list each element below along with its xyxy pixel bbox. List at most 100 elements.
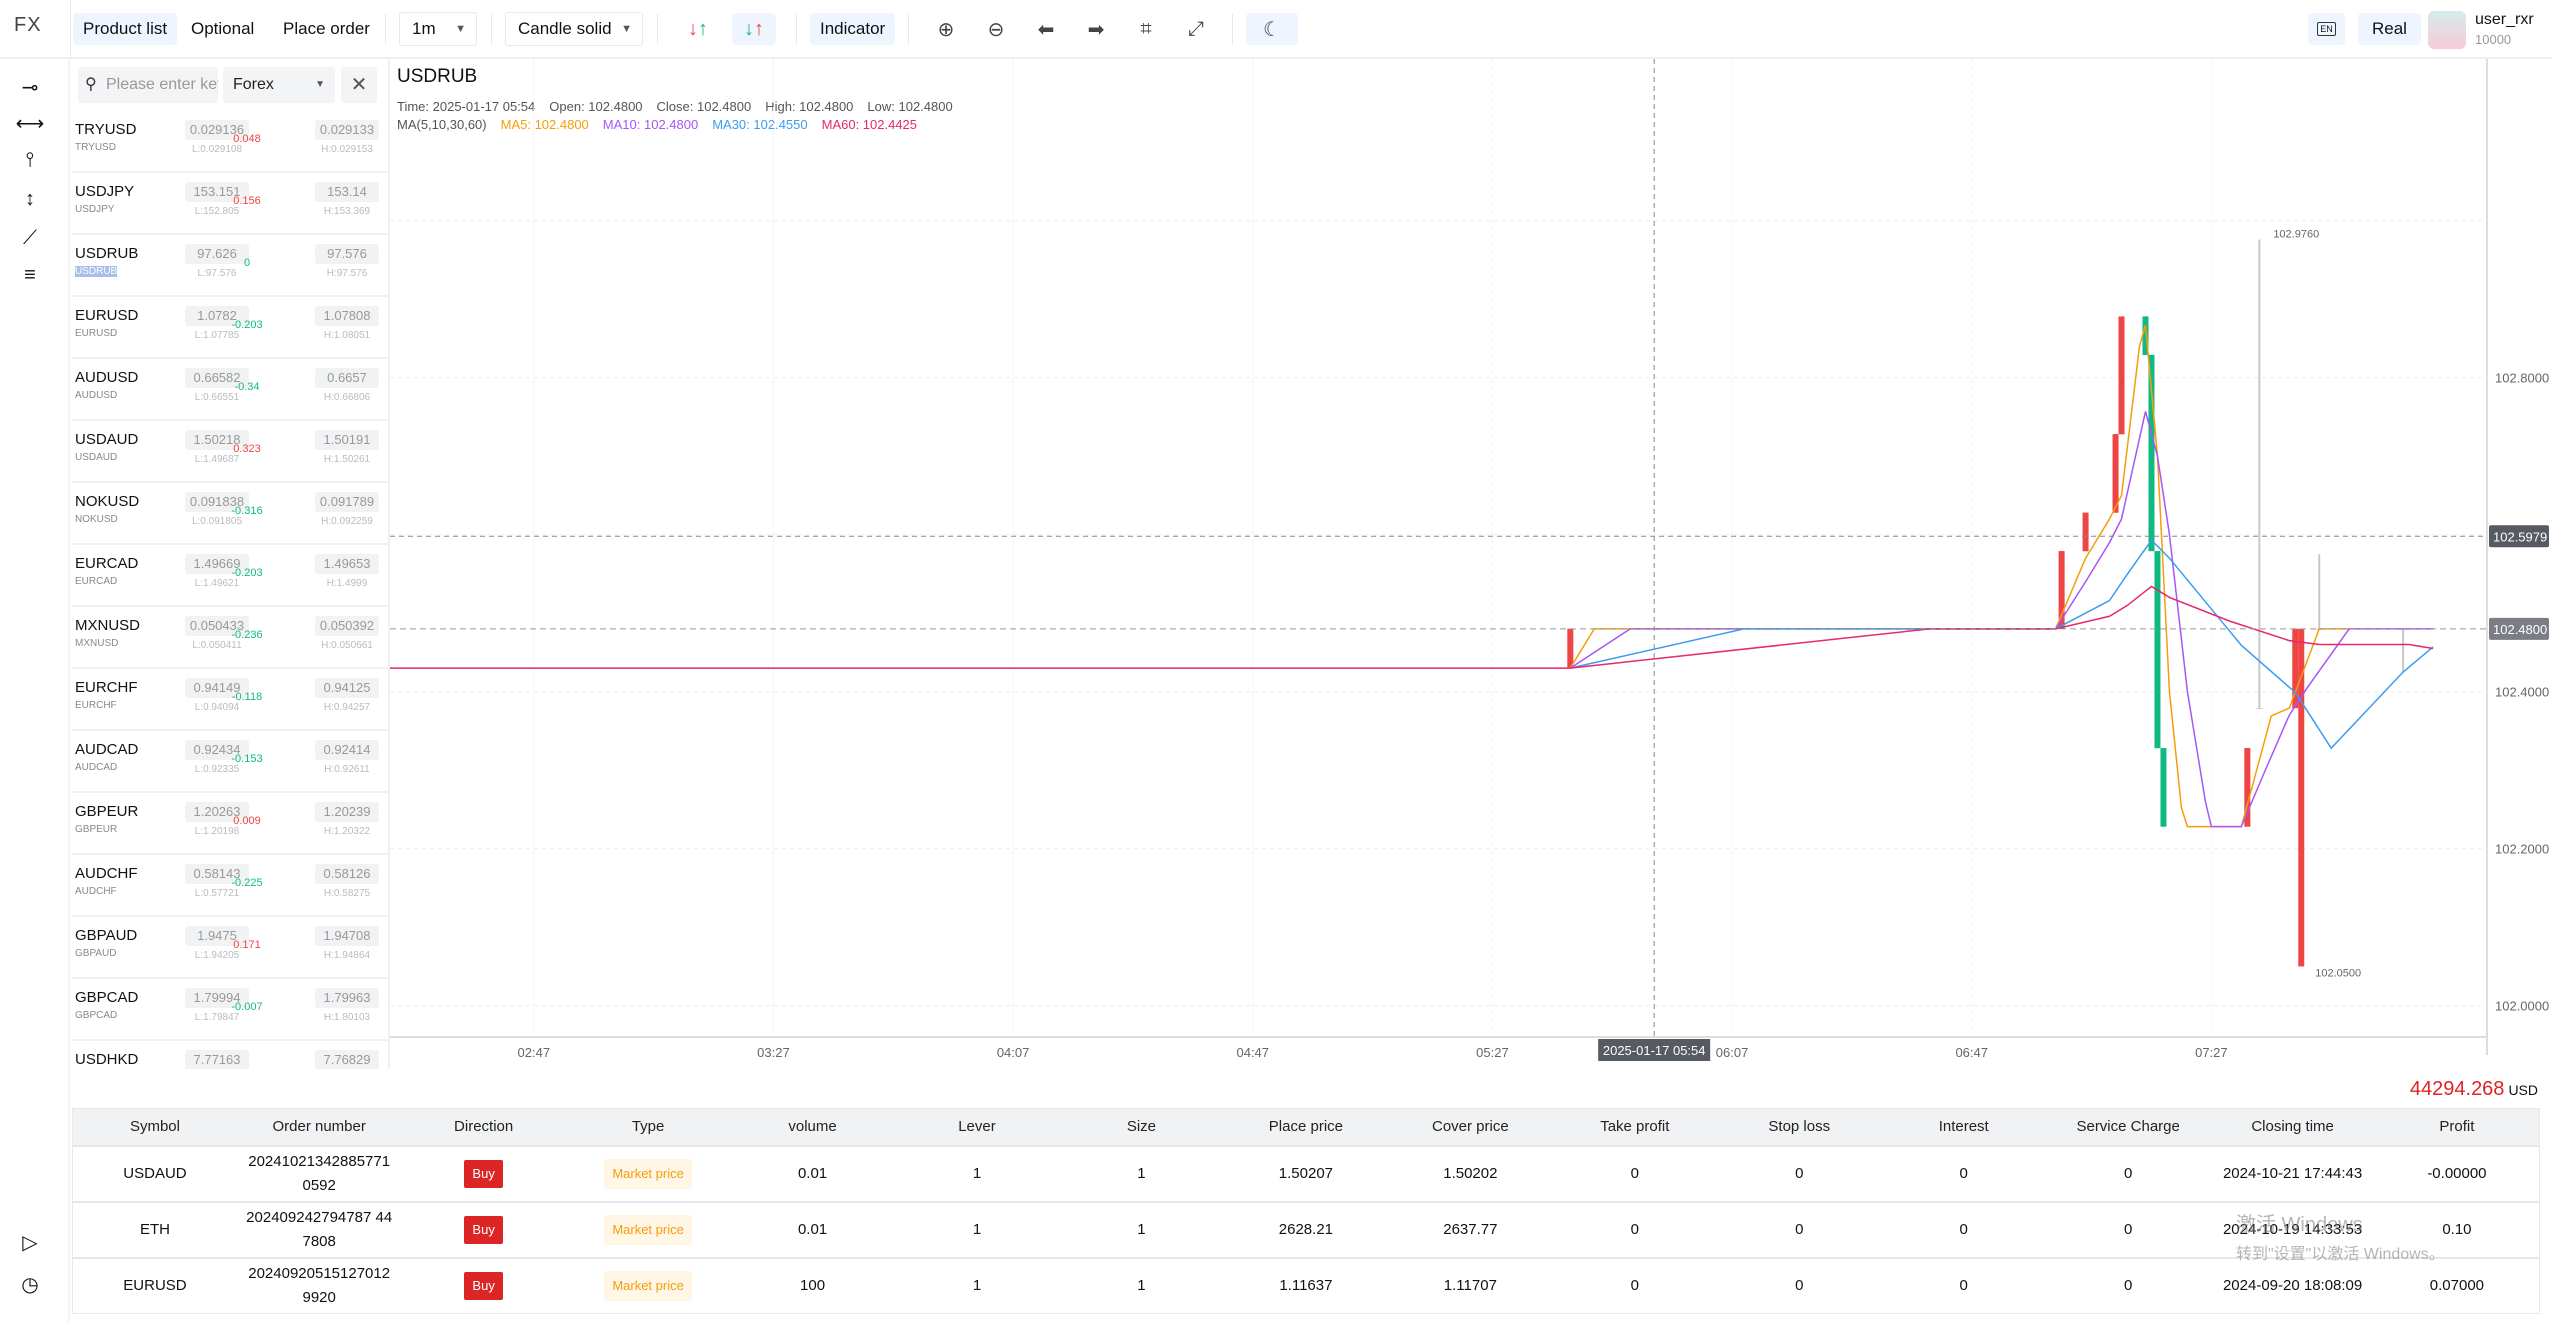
min-price-label: 102.0500 [2315, 967, 2361, 979]
change-percent: 0.048 [233, 133, 261, 145]
low-price: L:97.576 [197, 268, 237, 279]
ma-line-ma60 [390, 585, 2434, 669]
high-price: H:1.94864 [323, 950, 371, 961]
product-row[interactable]: USDJPY USDJPY 153.151 L:152.805 0.156 15… [72, 173, 388, 235]
ask-price[interactable]: 1.79963 [315, 988, 379, 1008]
tab-place-order[interactable]: Place order [273, 13, 380, 45]
cell-interest: 0 [1881, 1144, 2046, 1202]
candle-body [2118, 316, 2125, 435]
ask-price[interactable]: 1.49653 [315, 554, 379, 574]
category-select[interactable]: Forex ▼ [223, 67, 335, 103]
product-row[interactable]: GBPEUR GBPEUR 1.20263 L:1.20198 0.009 1.… [72, 793, 388, 855]
vertical-line-icon[interactable]: ↕ [17, 186, 43, 212]
ask-price[interactable]: 153.14 [315, 182, 379, 202]
ask-price[interactable]: 0.091789 [315, 492, 379, 512]
y-tick-label: 102.8000 [2495, 371, 2549, 386]
indicator-button[interactable]: Indicator [810, 13, 896, 45]
play-icon[interactable]: ▷ [17, 1229, 43, 1255]
account-mode-button[interactable]: Real [2358, 13, 2421, 45]
dark-mode-moon-icon[interactable]: ☾ [1246, 13, 1298, 45]
ask-price[interactable]: 97.576 [315, 244, 379, 264]
watermark-line2: 转到"设置"以激活 Windows。 [2236, 1246, 2445, 1263]
product-row[interactable]: USDAUD USDAUD 1.50218 L:1.49687 0.323 1.… [72, 421, 388, 483]
product-code: AUDCHF [75, 886, 117, 897]
ask-price[interactable]: 1.07808 [315, 306, 379, 326]
product-row[interactable]: USDHKD USDHKD 7.77163 7.76829 [72, 1041, 388, 1069]
tab-product-list[interactable]: Product list [73, 13, 178, 45]
horizontal-ray-icon[interactable]: ⊸ [17, 74, 43, 100]
chevron-down-icon: ▼ [621, 23, 632, 35]
product-row[interactable]: USDRUB USDRUB 97.626 L:97.576 0 97.576 H… [72, 235, 388, 297]
low-price: L:0.091805 [191, 516, 243, 527]
cell-service: 0 [2045, 1144, 2211, 1202]
red-down-green-up-icon[interactable]: ↓ ↑ [680, 13, 716, 45]
change-percent: 0.171 [233, 939, 261, 951]
lever-value: 1 [972, 1164, 982, 1182]
product-row[interactable]: GBPCAD GBPCAD 1.79994 L:1.79847 -0.007 1… [72, 979, 388, 1041]
product-row[interactable]: EURCHF EURCHF 0.94149 L:0.94094 -0.118 0… [72, 669, 388, 731]
avatar[interactable] [2428, 11, 2466, 49]
ask-price[interactable]: 0.92414 [315, 740, 379, 760]
cell-service: 0 [2045, 1256, 2211, 1314]
ask-price[interactable]: 0.58126 [315, 864, 379, 884]
product-code: MXNUSD [75, 638, 119, 649]
arrow-left-icon[interactable]: ⬅ [1030, 13, 1062, 45]
zoom-out-icon[interactable]: ⊖ [980, 13, 1012, 45]
expand-icon[interactable]: ⤢ [1180, 13, 1212, 45]
product-name: MXNUSD [75, 617, 141, 634]
product-row[interactable]: TRYUSD TRYUSD 0.029136 L:0.029108 0.048 … [72, 111, 388, 173]
tab-optional[interactable]: Optional [181, 13, 264, 45]
chart-style-select[interactable]: Candle solid ▼ [505, 12, 643, 46]
search-icon: ⚲ [85, 76, 97, 93]
cell-type: Market price [565, 1256, 731, 1314]
search-input[interactable]: ⚲ Please enter keyword [78, 67, 218, 103]
ask-price[interactable]: 1.50191 [315, 430, 379, 450]
ask-price[interactable]: 0.029133 [315, 120, 379, 140]
product-code: GBPAUD [75, 948, 117, 959]
bid-price[interactable]: 7.77163 [185, 1050, 249, 1069]
app-logo: FX [14, 14, 42, 36]
product-row[interactable]: EURCAD EURCAD 1.49669 L:1.49621 -0.203 1… [72, 545, 388, 607]
product-row[interactable]: GBPAUD GBPAUD 1.9475 L:1.94205 0.171 1.9… [72, 917, 388, 979]
crop-icon[interactable]: ⌗ [1130, 13, 1162, 45]
ask-price[interactable]: 0.94125 [315, 678, 379, 698]
trend-line-icon[interactable]: ⟋ [17, 225, 43, 251]
volume-value: 100 [800, 1276, 826, 1294]
profit-value: 0.10 [2442, 1220, 2472, 1238]
green-down-red-up-icon[interactable]: ↓ ↑ [732, 13, 776, 45]
zoom-in-icon[interactable]: ⊕ [930, 13, 962, 45]
clear-search-button[interactable]: ✕ [341, 67, 377, 103]
arrow-right-icon[interactable]: ➡ [1080, 13, 1112, 45]
ask-price[interactable]: 0.6657 [315, 368, 379, 388]
ask-price[interactable]: 7.76829 [315, 1050, 379, 1069]
product-row[interactable]: NOKUSD NOKUSD 0.091838 L:0.091805 -0.316… [72, 483, 388, 545]
cell-size: 1 [1059, 1144, 1224, 1202]
x-tick-label: 05:27 [1476, 1045, 1509, 1060]
product-row[interactable]: EURUSD EURUSD 1.0782 L:1.07785 -0.203 1.… [72, 297, 388, 359]
profit-value: 0.07000 [2429, 1276, 2485, 1294]
product-row[interactable]: AUDUSD AUDUSD 0.66582 L:0.66551 -0.34 0.… [72, 359, 388, 421]
high-price: H:0.66806 [323, 392, 371, 403]
cell-order: 20240920515127012 9920 [236, 1256, 402, 1314]
product-row[interactable]: MXNUSD MXNUSD 0.050433 L:0.050411 -0.236… [72, 607, 388, 669]
cell-direction: Buy [401, 1144, 566, 1202]
product-name: EURUSD [75, 307, 139, 324]
interest-value: 0 [1959, 1164, 1968, 1182]
product-row[interactable]: AUDCHF AUDCHF 0.58143 L:0.57721 -0.225 0… [72, 855, 388, 917]
interval-select[interactable]: 1m ▼ [399, 12, 477, 46]
candle-body [2082, 512, 2089, 552]
ask-price[interactable]: 0.050392 [315, 616, 379, 636]
chevron-down-icon: ▼ [455, 23, 466, 35]
horizontal-line-icon[interactable]: ⟷ [16, 110, 45, 136]
product-row[interactable]: AUDCAD AUDCAD 0.92434 L:0.92335 -0.153 0… [72, 731, 388, 793]
symbol-value: EURUSD [123, 1276, 187, 1294]
menu-lines-icon[interactable]: ≡ [17, 262, 43, 288]
language-button[interactable]: EN [2308, 13, 2345, 45]
vertical-segment-icon[interactable]: ⫯ [17, 147, 43, 173]
candlestick-chart[interactable]: 02:47 03:27 04:07 04:47 05:27 06:07 06:47 07:27… [390, 59, 2552, 1071]
ask-price[interactable]: 1.94708 [315, 926, 379, 946]
product-list: ⚲ Please enter keyword Forex ▼ ✕ TRYUSD … [70, 59, 390, 1069]
ask-price[interactable]: 1.20239 [315, 802, 379, 822]
product-name: EURCAD [75, 555, 139, 572]
clock-icon[interactable]: ◷ [17, 1271, 43, 1297]
